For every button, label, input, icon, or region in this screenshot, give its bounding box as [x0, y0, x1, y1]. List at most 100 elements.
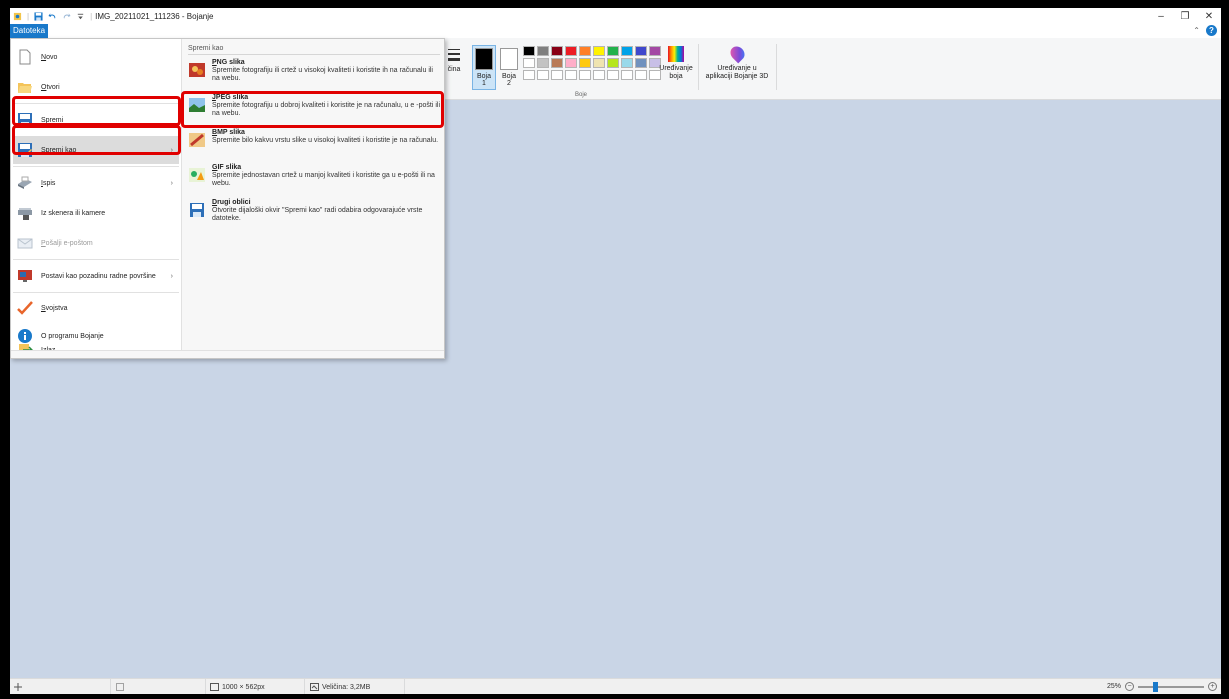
dimensions-icon	[210, 683, 219, 691]
palette-swatch[interactable]	[593, 58, 605, 68]
menu-item-properties[interactable]: Svojstva	[13, 294, 179, 322]
png-image-icon	[189, 63, 205, 77]
ribbon-partial-label: čina	[447, 66, 461, 73]
palette-empty-swatch[interactable]	[607, 70, 619, 80]
color1-selected-frame: Boja 1	[472, 45, 496, 90]
palette-empty-swatch[interactable]	[551, 70, 563, 80]
palette-empty-swatch[interactable]	[523, 70, 535, 80]
menu-item-new[interactable]: Novo	[13, 43, 179, 71]
palette-swatch[interactable]	[621, 58, 633, 68]
save-as-bmp[interactable]: BMP slika Spremite bilo kakvu vrstu slik…	[184, 127, 443, 160]
palette-swatch[interactable]	[537, 58, 549, 68]
zoom-slider[interactable]	[1138, 681, 1204, 692]
palette-swatch[interactable]	[607, 58, 619, 68]
save-as-gif[interactable]: GIF slika Spremite jednostavan crtež u m…	[184, 162, 443, 195]
toolbar-separator: |	[90, 11, 93, 21]
palette-swatch[interactable]	[635, 46, 647, 56]
edit-colors-button[interactable]: Uređivanje boja	[658, 46, 694, 81]
zoom-out-button[interactable]: −	[1125, 682, 1134, 691]
palette-swatch[interactable]	[537, 46, 549, 56]
save-icon[interactable]	[34, 11, 43, 21]
palette-empty-swatch[interactable]	[537, 70, 549, 80]
paint-app-icon	[13, 12, 22, 20]
customize-dropdown-icon[interactable]	[76, 12, 85, 21]
palette-swatch[interactable]	[523, 58, 535, 68]
color1-button[interactable]: Boja 1	[472, 45, 496, 90]
save-as-option-desc: Spremite bilo kakvu vrstu slike u visoko…	[212, 137, 439, 144]
palette-empty-swatch[interactable]	[579, 70, 591, 80]
menu-item-print[interactable]: Ispis ›	[13, 169, 179, 197]
menu-item-email[interactable]: Pošalji e-poštom	[13, 229, 179, 257]
menu-item-label: Pošalji e-poštom	[41, 239, 93, 247]
palette-empty-swatch[interactable]	[621, 70, 633, 80]
palette-swatch[interactable]	[579, 46, 591, 56]
palette-swatch[interactable]	[523, 46, 535, 56]
save-as-png[interactable]: PNG slika Spremite fotografiju ili crtež…	[184, 57, 443, 90]
paint3d-icon	[727, 43, 747, 64]
minimize-button[interactable]: –	[1149, 8, 1173, 24]
save-as-option-title: Drugi oblici	[212, 199, 251, 206]
open-folder-icon	[18, 83, 32, 93]
status-separator	[205, 679, 206, 694]
zoom-in-button[interactable]: +	[1208, 682, 1217, 691]
menu-item-set-desktop-background[interactable]: Postavi kao pozadinu radne površine ›	[13, 262, 179, 290]
palette-empty-swatch[interactable]	[593, 70, 605, 80]
edit-colors-label-1: Uređivanje	[659, 65, 693, 72]
save-as-bmp-text: BMP slika Spremite bilo kakvu vrstu slik…	[212, 127, 442, 160]
new-file-icon	[19, 49, 31, 65]
redo-icon[interactable]	[62, 12, 71, 21]
status-separator	[110, 679, 111, 694]
save-as-option-title: BMP slika	[212, 129, 245, 136]
save-as-gif-text: GIF slika Spremite jednostavan crtež u m…	[212, 162, 442, 195]
palette-swatch[interactable]	[621, 46, 633, 56]
submenu-divider	[188, 54, 440, 55]
toolbar-separator: |	[27, 11, 30, 21]
edit-with-paint3d-button[interactable]: Uređivanje u aplikaciji Bojanje 3D	[702, 43, 772, 81]
palette-swatch[interactable]	[579, 58, 591, 68]
color2-button[interactable]: Boja 2	[497, 45, 521, 87]
window-title: IMG_20211021_111236 - Bojanje	[95, 11, 214, 21]
line-size-icon	[448, 49, 460, 61]
undo-icon[interactable]	[48, 12, 57, 21]
scanner-icon	[18, 208, 32, 220]
maximize-button[interactable]: ❐	[1173, 8, 1197, 24]
desktop-background-icon	[18, 270, 32, 282]
palette-swatch[interactable]	[565, 58, 577, 68]
tab-file[interactable]: Datoteka	[10, 24, 49, 38]
colors-group-label: Boje	[575, 92, 588, 98]
file-size-icon	[310, 683, 319, 691]
palette-swatch[interactable]	[551, 58, 563, 68]
color1-number: 1	[482, 80, 486, 87]
save-as-other-formats[interactable]: Drugi oblici Otvorite dijaloški okvir "S…	[184, 197, 443, 230]
palette-swatch[interactable]	[565, 46, 577, 56]
email-icon	[17, 238, 33, 249]
save-as-option-desc: Spremite jednostavan crtež u manjoj kval…	[212, 172, 435, 187]
ribbon-partial-button[interactable]: čina	[444, 48, 464, 73]
close-button[interactable]: ✕	[1197, 8, 1221, 24]
palette-swatch[interactable]	[551, 46, 563, 56]
help-icon[interactable]: ?	[1206, 25, 1217, 36]
color1-label: Boja	[476, 73, 491, 80]
save-as-other-text: Drugi oblici Otvorite dijaloški okvir "S…	[212, 197, 442, 230]
color1-swatch	[475, 48, 493, 70]
palette-swatch[interactable]	[635, 58, 647, 68]
menu-item-label: Novo	[41, 53, 58, 61]
highlight-save	[12, 96, 181, 126]
collapse-ribbon-icon[interactable]: ⌃	[1193, 26, 1200, 35]
zoom-slider-thumb[interactable]	[1153, 681, 1158, 692]
palette-empty-swatch[interactable]	[635, 70, 647, 80]
menu-item-label: Ispis	[41, 179, 56, 187]
menu-item-label: Postavi kao pozadinu radne površine	[41, 272, 156, 280]
palette-empty-swatch[interactable]	[565, 70, 577, 80]
menu-item-label: Otvori	[41, 83, 60, 91]
image-dimensions-text: 1000 × 562px	[222, 683, 265, 691]
status-separator	[404, 679, 405, 694]
palette-swatch[interactable]	[607, 46, 619, 56]
palette-swatch[interactable]	[593, 46, 605, 56]
cursor-position-icon	[14, 683, 22, 691]
menu-item-label: Iz skenera ili kamere	[41, 209, 106, 217]
bmp-image-icon	[189, 133, 205, 147]
file-size-text: Veličina: 3,2MB	[322, 683, 371, 691]
other-formats-icon	[190, 203, 204, 217]
menu-item-scanner[interactable]: Iz skenera ili kamere	[13, 199, 179, 227]
